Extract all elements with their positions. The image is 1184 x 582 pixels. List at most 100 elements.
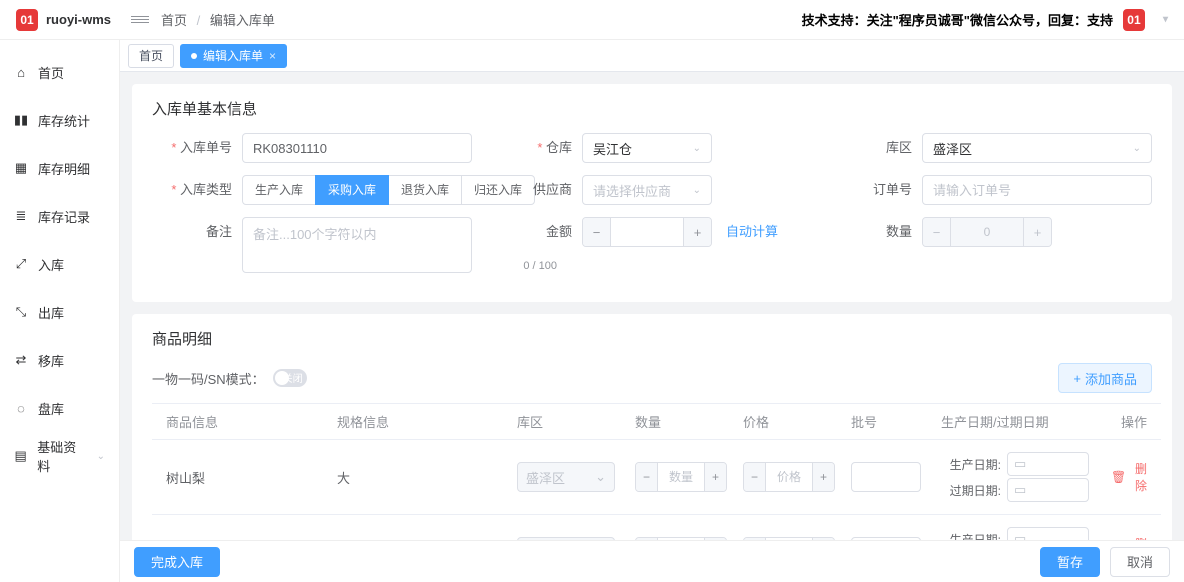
textarea-remark[interactable] <box>242 217 472 273</box>
sidebar-item-label: 移库 <box>38 351 64 370</box>
stats-icon: ▮▮ <box>14 113 28 127</box>
decrease-button[interactable]: − <box>636 463 658 491</box>
cancel-button[interactable]: 取消 <box>1110 547 1170 577</box>
home-icon: ⌂ <box>14 65 28 79</box>
user-menu-chevron-icon[interactable]: ▾ <box>1163 14 1168 25</box>
chevron-down-icon: ⌄ <box>693 143 701 154</box>
row-area-select[interactable]: 盛泽区⌄ <box>517 462 615 492</box>
sidebar-item-record[interactable]: ≣ 库存记录 <box>0 192 119 240</box>
increase-button: + <box>1023 218 1051 246</box>
exp-date-picker[interactable]: ▭ <box>1007 478 1089 502</box>
sidebar-item-in[interactable]: ⤢ 入库 <box>0 240 119 288</box>
calendar-icon: ▭ <box>1014 531 1026 540</box>
cell-spec: 中 <box>327 515 507 541</box>
cell-spec: 大 <box>327 440 507 515</box>
sidebar-item-data[interactable]: ▤基础资料⌄ <box>0 432 119 480</box>
delete-button[interactable]: 🗑删除 <box>1111 460 1147 494</box>
sn-mode-label: 一物一码/SN模式： <box>152 369 265 388</box>
label-order-no: 订单号 <box>832 175 922 205</box>
increase-button[interactable]: + <box>812 463 834 491</box>
sidebar-item-stats[interactable]: ▮▮库存统计 <box>0 96 119 144</box>
in-icon: ⤢ <box>14 257 28 271</box>
plus-icon: + <box>1073 371 1081 386</box>
close-icon[interactable]: × <box>269 44 276 68</box>
decrease-button: − <box>923 218 951 246</box>
check-icon: ◌ <box>14 401 28 415</box>
sidebar-item-home[interactable]: ⌂首页 <box>0 48 119 96</box>
select-supplier[interactable]: 请选择供应商⌄ <box>582 175 712 205</box>
save-button[interactable]: 暂存 <box>1040 547 1100 577</box>
increase-button[interactable]: + <box>704 463 726 491</box>
data-icon: ▤ <box>14 449 27 463</box>
remark-counter: 0 / 100 <box>523 260 557 272</box>
chevron-down-icon: ⌄ <box>595 469 606 485</box>
col-area: 库区 <box>507 404 625 440</box>
tab-label: 首页 <box>139 44 163 68</box>
collapse-icon[interactable] <box>131 16 149 23</box>
label-area: 库区 <box>832 133 922 163</box>
sidebar-item-move[interactable]: ⇄ 移库 <box>0 336 119 384</box>
cell-info: 树山梨 <box>152 440 327 515</box>
move-icon: ⇄ <box>14 353 28 367</box>
sidebar-item-label: 库存记录 <box>38 207 90 226</box>
sidebar-item-detail[interactable]: ▦ 库存明细 <box>0 144 119 192</box>
sidebar-item-check[interactable]: ◌ 盘库 <box>0 384 119 432</box>
select-warehouse[interactable]: 吴江仓⌄ <box>582 133 712 163</box>
chevron-down-icon: ⌄ <box>1133 143 1141 154</box>
label-no: 入库单号 <box>152 133 242 163</box>
tab-home[interactable]: 首页 <box>128 44 174 68</box>
breadcrumb-home[interactable]: 首页 <box>161 13 187 28</box>
qty-input: −0+ <box>922 217 1052 247</box>
input-order-no[interactable] <box>922 175 1152 205</box>
sidebar-item-label: 出库 <box>38 303 64 322</box>
calendar-icon: ▭ <box>1014 482 1026 498</box>
tabs: 首页 编辑入库单× <box>120 40 1184 72</box>
type-option-2[interactable]: 退货入库 <box>388 175 462 205</box>
logo-icon: 01 <box>16 9 38 31</box>
input-no[interactable] <box>242 133 472 163</box>
type-option-1[interactable]: 采购入库 <box>315 175 389 205</box>
col-spec: 规格信息 <box>327 404 507 440</box>
footer-bar: 完成入库 暂存 取消 <box>120 540 1184 582</box>
sidebar-item-out[interactable]: ⤡ 出库 <box>0 288 119 336</box>
row-qty-input: −数量+ <box>635 462 727 492</box>
tab-edit-inbound[interactable]: 编辑入库单× <box>180 44 287 68</box>
select-area[interactable]: 盛泽区⌄ <box>922 133 1152 163</box>
trash-icon: 🗑 <box>1111 470 1126 484</box>
decrease-button[interactable]: − <box>744 463 766 491</box>
record-icon: ≣ <box>14 209 28 223</box>
cell-info: 树山梨 <box>152 515 327 541</box>
breadcrumb: 首页 / 编辑入库单 <box>161 10 275 29</box>
avatar-icon[interactable]: 01 <box>1123 9 1145 31</box>
table-row: 树山梨中盛泽区⌄−数量+−价格+生产日期:▭过期日期:▭🗑删除 <box>152 515 1161 541</box>
chevron-down-icon: ⌄ <box>97 451 105 462</box>
basic-info-card: 入库单基本信息 入库单号 仓库吴江仓⌄ 库区盛泽区⌄ 入库类型 生产入库 采购入… <box>132 84 1172 302</box>
table-row: 树山梨大盛泽区⌄−数量+−价格+生产日期:▭过期日期:▭🗑删除 <box>152 440 1161 515</box>
sidebar-item-label: 库存明细 <box>38 159 90 178</box>
add-product-button[interactable]: +添加商品 <box>1058 363 1152 393</box>
chevron-down-icon: ⌄ <box>693 185 701 196</box>
detail-table: 商品信息 规格信息 库区 数量 价格 批号 生产日期/过期日期 操作 树山梨大盛… <box>152 403 1161 540</box>
prod-date-label: 生产日期: <box>941 456 1001 473</box>
prod-date-picker[interactable]: ▭ <box>1007 527 1089 540</box>
prod-date-picker[interactable]: ▭ <box>1007 452 1089 476</box>
finish-button[interactable]: 完成入库 <box>134 547 220 577</box>
sidebar-item-label: 盘库 <box>38 399 64 418</box>
brand-name: ruoyi-wms <box>46 12 111 27</box>
detail-icon: ▦ <box>14 161 28 175</box>
label-supplier: 供应商 <box>492 175 582 205</box>
exp-date-label: 过期日期: <box>941 482 1001 499</box>
auto-calc-link[interactable]: 自动计算 <box>726 217 778 276</box>
row-batch-input[interactable] <box>851 462 921 492</box>
header-notice: 技术支持：关注"程序员诚哥"微信公众号，回复：支持 <box>802 10 1113 29</box>
out-icon: ⤡ <box>14 305 28 319</box>
col-op: 操作 <box>1101 404 1161 440</box>
sn-mode-switch[interactable]: 关闭 <box>273 369 307 387</box>
sidebar-item-label: 入库 <box>38 255 64 274</box>
col-batch: 批号 <box>841 404 931 440</box>
type-option-0[interactable]: 生产入库 <box>242 175 316 205</box>
tab-label: 编辑入库单 <box>203 44 263 68</box>
increase-button[interactable]: + <box>683 218 711 246</box>
decrease-button[interactable]: − <box>583 218 611 246</box>
sidebar: ⌂首页 ▮▮库存统计 ▦ 库存明细 ≣ 库存记录 ⤢ 入库 ⤡ 出库 ⇄ 移库 ◌ 盘库 ▤… <box>0 40 120 582</box>
